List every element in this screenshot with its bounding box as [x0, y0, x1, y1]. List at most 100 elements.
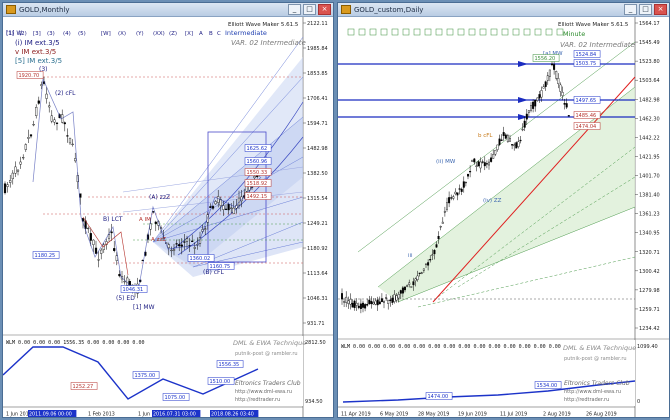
candle-body [383, 301, 386, 303]
right-titlebar[interactable]: GOLD_custom,Daily _ □ × [338, 3, 669, 17]
right-var-label: VAR. 02 Intermediate [560, 41, 635, 49]
left-watermark: DML & EWA Technique [233, 339, 306, 347]
candle-body [3, 183, 7, 194]
box-value: 1492.15 [247, 194, 268, 200]
left-titlebar[interactable]: GOLD,Monthly _ □ × [3, 3, 333, 17]
candle-body [521, 128, 524, 131]
candle-body [175, 243, 178, 245]
close-button[interactable]: × [318, 4, 331, 15]
candle-body [403, 286, 406, 291]
top-wave-marker: (XX) [153, 31, 165, 37]
candle-body [204, 228, 207, 230]
indicator-value: 1510.00 [210, 379, 231, 385]
candle-body [370, 300, 373, 305]
wave-label: A zzZ [151, 237, 166, 243]
candle-body [527, 110, 530, 113]
candle-body [68, 137, 72, 144]
candle-body [349, 299, 352, 305]
candle-body [385, 297, 388, 299]
chart-window-icon [6, 5, 16, 14]
candle-body [418, 272, 421, 274]
top-wave-marker: [X] [185, 31, 193, 37]
price-tick: 1706.41 [307, 96, 328, 102]
box-value: 1550.33 [247, 170, 268, 176]
candle-body [11, 172, 14, 180]
maximize-button[interactable]: □ [639, 4, 652, 15]
left-corner-label: [1] W [6, 30, 22, 37]
candle-body [561, 91, 564, 96]
wave-label: (B) cFL [203, 269, 224, 276]
close-button[interactable]: × [654, 4, 667, 15]
candle-body [357, 305, 360, 308]
candle-body [359, 303, 362, 309]
candle-body [351, 302, 354, 308]
candle-body [374, 300, 377, 305]
box-value: 1518.92 [247, 181, 268, 187]
candle-body [536, 97, 539, 101]
price-tick: 1564.17 [639, 21, 660, 27]
candle-body [55, 122, 59, 124]
candle-body [445, 202, 448, 210]
chart-window-icon [341, 5, 351, 14]
price-label: 1180.25 [35, 253, 56, 259]
candle-body [427, 262, 430, 266]
candle-body [538, 94, 541, 99]
x-tick: 2018.08.26 03:40 [211, 412, 254, 418]
price-tick: 1180.92 [307, 246, 328, 252]
wave-label: b cFL [478, 133, 493, 139]
candle-body [565, 103, 568, 108]
candle-body [534, 99, 537, 107]
price-tick: 1113.64 [307, 271, 328, 277]
minimize-button[interactable]: _ [624, 4, 637, 15]
candle-body [399, 290, 402, 294]
right-club: Eltronics Traders Club [564, 380, 630, 387]
monthly-chart-canvas[interactable]: 2122.11 1985.84 1853.85 1706.41 1594.71 1482.… [3, 17, 333, 418]
right-email: putnik-post @ rambler.ru [564, 356, 627, 362]
candle-body [123, 280, 126, 283]
candle-body [27, 137, 30, 139]
candle-body [542, 86, 545, 89]
x-tick: 6 May 2019 [380, 412, 408, 418]
candle-body [362, 302, 365, 308]
candle-body [557, 78, 560, 85]
left-site2: http://redtrader.ru [235, 397, 280, 403]
candle-body [471, 159, 474, 162]
price-label: 1920.70 [19, 73, 40, 79]
price-tick: 1249.21 [307, 221, 328, 227]
price-tick: 1523.80 [639, 59, 660, 65]
candle-body [372, 302, 375, 305]
candle-body [32, 124, 35, 126]
candle-body [511, 144, 514, 146]
candle-body [9, 180, 12, 183]
candle-body [408, 282, 411, 285]
candle-body [347, 300, 350, 304]
top-wave-marker: (3) [47, 31, 55, 37]
candle-body [401, 287, 404, 294]
candle-body [37, 100, 40, 104]
top-wave-marker: (5) [78, 31, 86, 37]
candle-body [185, 238, 189, 242]
daily-chart-window[interactable]: GOLD_custom,Daily _ □ × 1564.17 1545.49 15… [337, 2, 670, 418]
daily-chart-canvas[interactable]: 1564.17 1545.49 1523.80 1503.64 1482.98 1462.… [338, 17, 669, 418]
price-tick: 1234.42 [639, 326, 660, 332]
candle-body [504, 134, 507, 139]
top-wave-marker: (4) [63, 31, 71, 37]
candle-body [378, 301, 381, 305]
left-ind-tick-bottom: 934.50 [305, 399, 323, 405]
minimize-button[interactable]: _ [288, 4, 301, 15]
maximize-button[interactable]: □ [303, 4, 316, 15]
top-wave-marker: [3] [33, 31, 41, 37]
candle-body [555, 71, 558, 79]
monthly-chart-window[interactable]: GOLD,Monthly _ □ × 2122.11 1985.84 1853.85… [2, 2, 334, 418]
price-tick: 1279.98 [639, 288, 660, 294]
candle-body [345, 296, 348, 303]
x-tick: 1 Feb 2013 [88, 412, 115, 418]
candle-body [479, 161, 482, 169]
candle-body [6, 184, 9, 187]
box-value: 1556.20 [535, 56, 556, 62]
price-tick: 1046.31 [307, 296, 328, 302]
candle-body [364, 304, 367, 309]
candle-body [152, 211, 155, 213]
candle-body [487, 161, 490, 166]
right-panel-label: Elliott Wave Maker 5.61.5 [558, 22, 629, 28]
